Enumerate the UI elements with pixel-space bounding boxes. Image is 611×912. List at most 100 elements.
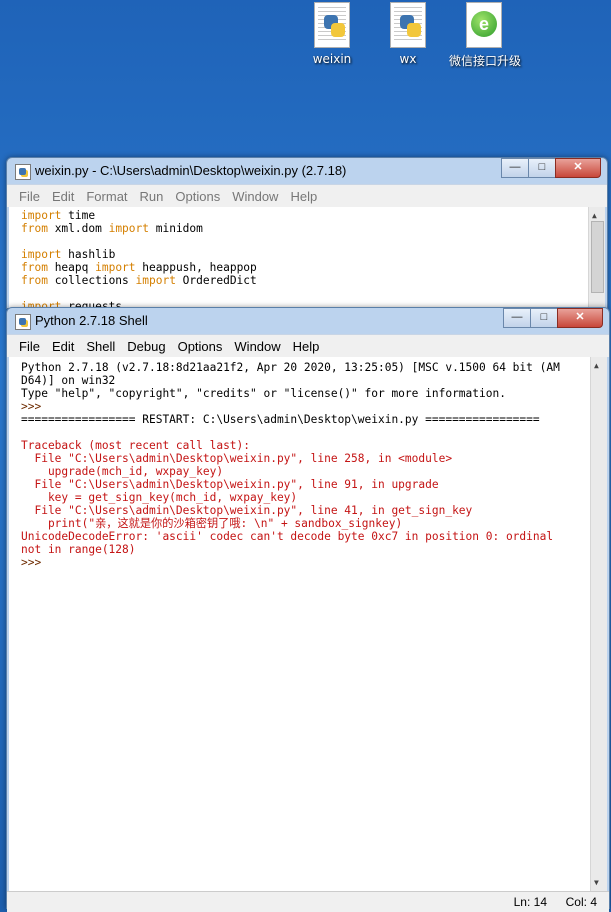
code-token: heappush, heappop bbox=[135, 261, 257, 274]
menu-debug[interactable]: Debug bbox=[121, 339, 171, 354]
code-line: upgrade(mch_id, wxpay_key) bbox=[21, 465, 587, 478]
code-line: print("亲，这就是你的沙箱密钥了哦: \n" + sandbox_sign… bbox=[21, 517, 587, 530]
code-token: key = get_sign_key(mch_id, wxpay_key) bbox=[21, 491, 298, 504]
desktop-icon-label: 微信接口升级 bbox=[449, 54, 522, 68]
code-line: key = get_sign_key(mch_id, wxpay_key) bbox=[21, 491, 587, 504]
code-line: File "C:\Users\admin\Desktop\weixin.py",… bbox=[21, 478, 587, 491]
desktop-icon-label: wx bbox=[399, 52, 417, 66]
code-token: File "C:\Users\admin\Desktop\weixin.py",… bbox=[21, 452, 453, 465]
menu-edit[interactable]: Edit bbox=[46, 339, 80, 354]
menu-run[interactable]: Run bbox=[134, 189, 170, 204]
code-token: hashlib bbox=[61, 248, 116, 261]
idle-app-icon bbox=[15, 164, 31, 180]
editor-title: weixin.py - C:\Users\admin\Desktop\weixi… bbox=[35, 163, 347, 178]
code-line: >>> bbox=[21, 556, 587, 569]
code-line: Traceback (most recent call last): bbox=[21, 439, 587, 452]
code-token: print("亲，这就是你的沙箱密钥了哦: \n" + sandbox_sign… bbox=[21, 517, 403, 530]
code-token: collections bbox=[47, 274, 136, 287]
code-line: from xml.dom import minidom bbox=[21, 222, 585, 235]
code-token: OrderedDict bbox=[175, 274, 257, 287]
editor-code-area[interactable]: import time from xml.dom import minidom im… bbox=[9, 207, 605, 309]
scroll-down-icon[interactable]: ▼ bbox=[594, 876, 599, 889]
code-token: time bbox=[61, 209, 96, 222]
close-button[interactable]: ✕ bbox=[557, 308, 603, 328]
minimize-button[interactable]: — bbox=[503, 308, 531, 328]
menu-shell[interactable]: Shell bbox=[80, 339, 121, 354]
editor-titlebar[interactable]: weixin.py - C:\Users\admin\Desktop\weixi… bbox=[7, 158, 607, 184]
scroll-up-icon[interactable]: ▲ bbox=[594, 359, 599, 372]
code-line: UnicodeDecodeError: 'ascii' codec can't … bbox=[21, 530, 587, 543]
shell-window[interactable]: Python 2.7.18 Shell — □ ✕ File Edit Shell D… bbox=[6, 307, 610, 912]
keyword-token: import bbox=[108, 222, 149, 235]
code-token: Python 2.7.18 (v2.7.18:8d21aa21f2, Apr 2… bbox=[21, 361, 560, 374]
code-token: minidom bbox=[149, 222, 203, 235]
menu-window[interactable]: Window bbox=[228, 339, 286, 354]
code-line: import hashlib bbox=[21, 248, 585, 261]
exe-file-icon: e bbox=[463, 2, 505, 48]
keyword-token: import bbox=[21, 209, 62, 222]
menu-options[interactable]: Options bbox=[169, 189, 226, 204]
status-line: Ln: 14 bbox=[513, 895, 547, 909]
code-token: >>> bbox=[21, 556, 48, 569]
code-token: UnicodeDecodeError: 'ascii' codec can't … bbox=[21, 530, 554, 543]
scroll-thumb[interactable] bbox=[591, 221, 604, 293]
code-token: File "C:\Users\admin\Desktop\weixin.py",… bbox=[21, 504, 473, 517]
minimize-button[interactable]: — bbox=[501, 158, 529, 178]
code-line: Type "help", "copyright", "credits" or "… bbox=[21, 387, 587, 400]
python-file-icon bbox=[387, 2, 429, 48]
menu-edit[interactable]: Edit bbox=[46, 189, 80, 204]
editor-window[interactable]: weixin.py - C:\Users\admin\Desktop\weixi… bbox=[6, 157, 608, 309]
code-token: File "C:\Users\admin\Desktop\weixin.py",… bbox=[21, 478, 439, 491]
maximize-button[interactable]: □ bbox=[530, 308, 558, 328]
code-line: Python 2.7.18 (v2.7.18:8d21aa21f2, Apr 2… bbox=[21, 361, 587, 374]
code-line: File "C:\Users\admin\Desktop\weixin.py",… bbox=[21, 452, 587, 465]
python-file-icon bbox=[311, 2, 353, 48]
menu-help[interactable]: Help bbox=[287, 339, 326, 354]
status-column: Col: 4 bbox=[565, 895, 597, 909]
code-line: from heapq import heappush, heappop bbox=[21, 261, 585, 274]
keyword-token: import bbox=[21, 248, 62, 261]
shell-output-area[interactable]: Python 2.7.18 (v2.7.18:8d21aa21f2, Apr 2… bbox=[9, 357, 607, 891]
keyword-token: from bbox=[21, 222, 48, 235]
shell-scrollbar[interactable]: ▲ ▼ bbox=[590, 357, 607, 891]
editor-scrollbar[interactable]: ▲ bbox=[588, 207, 605, 309]
keyword-token: from bbox=[21, 274, 48, 287]
shell-title: Python 2.7.18 Shell bbox=[35, 313, 148, 328]
keyword-token: from bbox=[21, 261, 48, 274]
keyword-token: import bbox=[135, 274, 176, 287]
code-line: D64)] on win32 bbox=[21, 374, 587, 387]
menu-file[interactable]: File bbox=[13, 339, 46, 354]
shell-menubar: File Edit Shell Debug Options Window Help bbox=[7, 334, 609, 357]
code-token: Type "help", "copyright", "credits" or "… bbox=[21, 387, 506, 400]
editor-menubar: File Edit Format Run Options Window Help bbox=[7, 184, 607, 207]
code-token: heapq bbox=[47, 261, 96, 274]
code-token: D64)] on win32 bbox=[21, 374, 116, 387]
menu-help[interactable]: Help bbox=[284, 189, 323, 204]
idle-app-icon bbox=[15, 314, 31, 330]
desktop-icon-weixin[interactable]: weixin bbox=[297, 0, 367, 66]
desktop-icon-wx[interactable]: wx bbox=[373, 0, 443, 66]
shell-titlebar[interactable]: Python 2.7.18 Shell — □ ✕ bbox=[7, 308, 609, 334]
code-line: ================= RESTART: C:\Users\admi… bbox=[21, 413, 587, 426]
code-line: not in range(128) bbox=[21, 543, 587, 556]
code-line: import time bbox=[21, 209, 585, 222]
menu-format[interactable]: Format bbox=[80, 189, 133, 204]
menu-file[interactable]: File bbox=[13, 189, 46, 204]
desktop-icon-upgrade[interactable]: e 微信接口升级 bbox=[449, 0, 522, 69]
code-token: upgrade(mch_id, wxpay_key) bbox=[21, 465, 224, 478]
code-token: not in range(128) bbox=[21, 543, 136, 556]
code-token: ================= RESTART: C:\Users\admi… bbox=[21, 413, 540, 426]
maximize-button[interactable]: □ bbox=[528, 158, 556, 178]
code-line: >>> bbox=[21, 400, 587, 413]
code-token: >>> bbox=[21, 400, 48, 413]
code-line: File "C:\Users\admin\Desktop\weixin.py",… bbox=[21, 504, 587, 517]
menu-window[interactable]: Window bbox=[226, 189, 284, 204]
close-button[interactable]: ✕ bbox=[555, 158, 601, 178]
menu-options[interactable]: Options bbox=[172, 339, 229, 354]
desktop-icon-label: weixin bbox=[312, 52, 352, 66]
shell-statusbar: Ln: 14 Col: 4 bbox=[7, 891, 609, 912]
code-token: xml.dom bbox=[47, 222, 109, 235]
